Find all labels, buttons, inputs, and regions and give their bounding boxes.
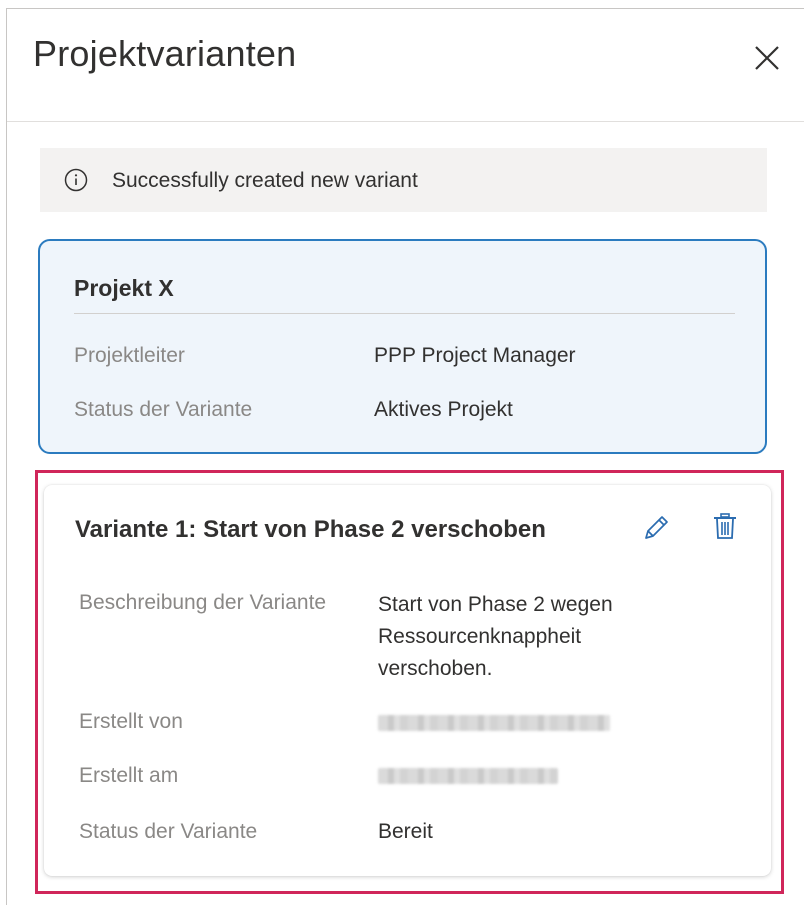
description-line: verschoben. (378, 657, 493, 680)
close-button[interactable] (750, 41, 784, 75)
divider (74, 313, 735, 314)
description-label: Beschreibung der Variante (79, 591, 327, 614)
project-manager-label: Projektleiter (74, 344, 185, 367)
panel-header: Projektvarianten (7, 9, 804, 122)
variant-name: Variante 1: Start von Phase 2 verschoben (75, 516, 546, 543)
created-by-label: Erstellt von (79, 710, 183, 733)
panel-title: Projektvarianten (33, 33, 297, 74)
description-line: Ressourcenknappheit (378, 625, 582, 648)
edit-button[interactable] (641, 511, 671, 543)
trash-icon (714, 513, 736, 539)
variant-status-label: Status der Variante (74, 398, 253, 421)
description-line: Start von Phase 2 wegen (378, 593, 613, 616)
banner-message: Successfully created new variant (112, 169, 418, 192)
description-value: Start von Phase 2 wegen Ressourcenknapph… (378, 589, 678, 685)
pencil-icon (645, 516, 668, 539)
project-card[interactable]: Projekt X Projektleiter PPP Project Mana… (38, 239, 767, 454)
created-by-value-redacted (378, 715, 610, 731)
delete-button[interactable] (710, 511, 740, 543)
success-banner: Successfully created new variant (40, 148, 767, 212)
variant-card[interactable]: Variante 1: Start von Phase 2 verschoben… (44, 485, 771, 876)
created-at-label: Erstellt am (79, 764, 179, 787)
project-manager-value: PPP Project Manager (374, 344, 576, 367)
close-icon (755, 46, 779, 70)
variant-status-value: Aktives Projekt (374, 398, 513, 421)
created-at-value-redacted (378, 768, 558, 784)
status-label: Status der Variante (79, 820, 258, 843)
project-name: Projekt X (74, 275, 174, 301)
status-value: Bereit (378, 820, 433, 843)
info-icon (64, 168, 88, 192)
